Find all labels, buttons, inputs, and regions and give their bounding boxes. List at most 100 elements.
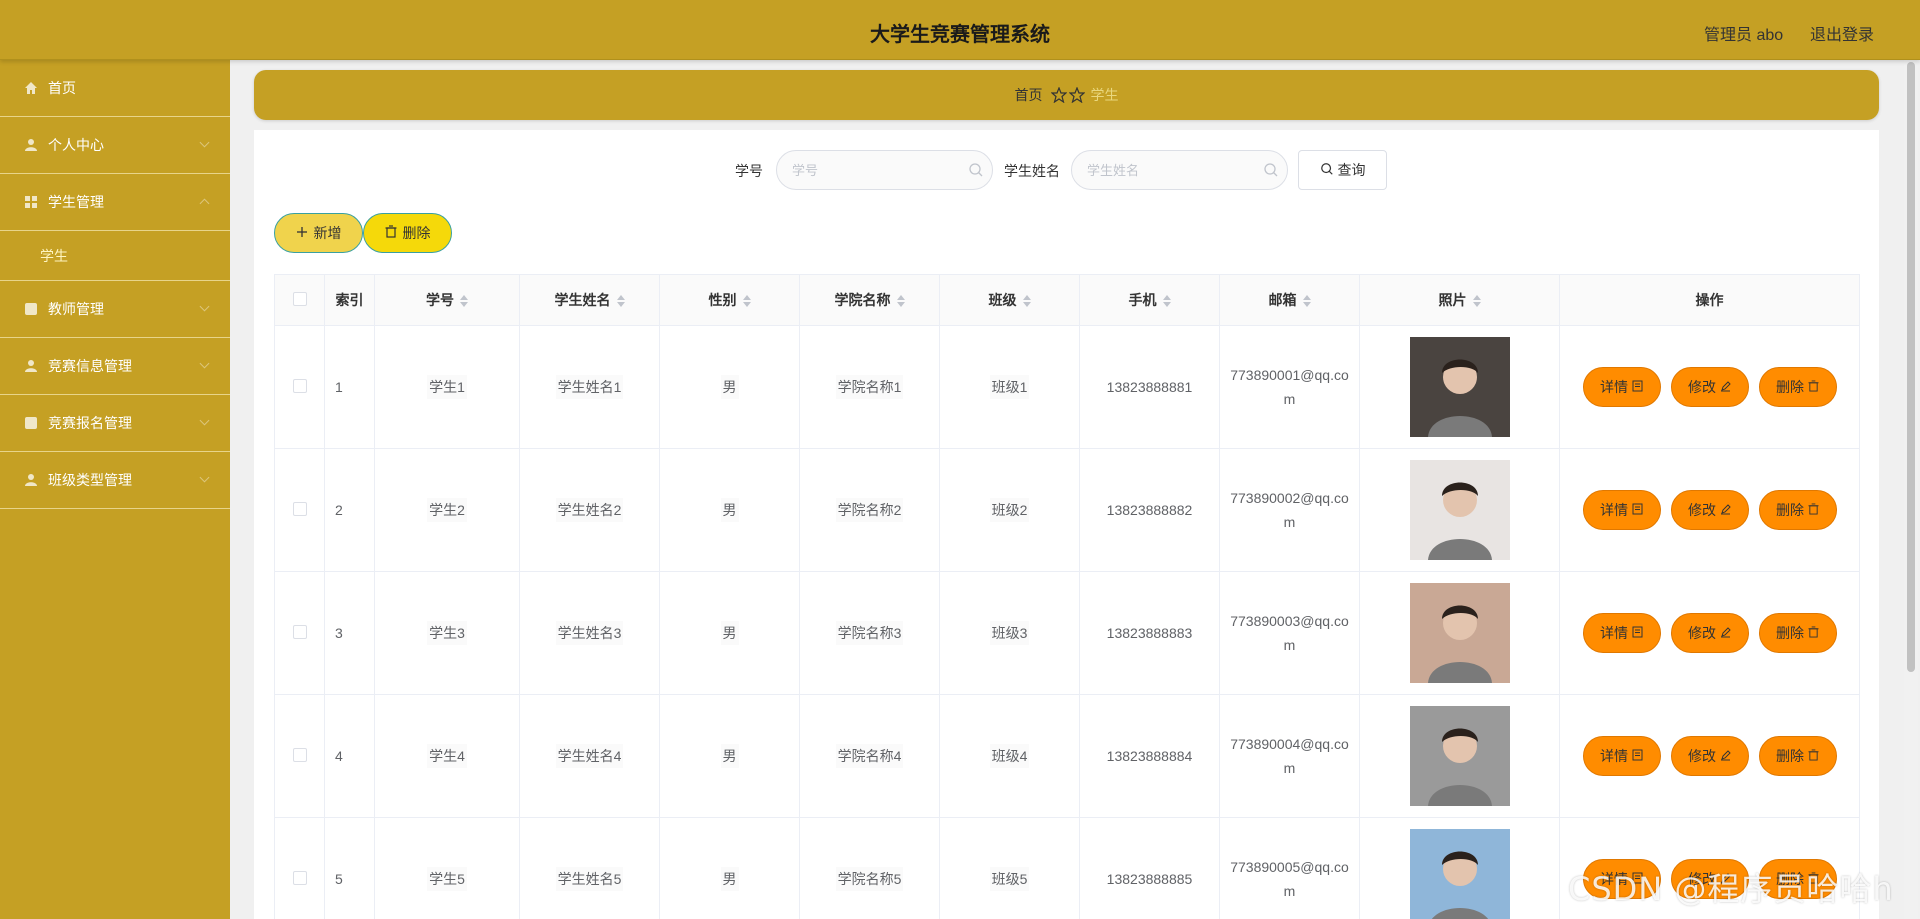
phone-cell: 13823888881: [1079, 325, 1220, 449]
vertical-scrollbar[interactable]: [1904, 60, 1918, 919]
user-icon: [24, 138, 38, 152]
breadcrumb: 首页 学生: [254, 70, 1879, 120]
sidebar-item-teacher-mgmt[interactable]: 教师管理: [0, 281, 230, 338]
sort-icon[interactable]: [1472, 295, 1481, 308]
row-checkbox[interactable]: [292, 870, 307, 885]
phone-cell: 13823888883: [1079, 571, 1220, 695]
row-select-cell: [274, 325, 325, 449]
edit-button[interactable]: 修改: [1670, 490, 1749, 530]
sidebar-item-home[interactable]: 首页: [0, 60, 230, 117]
column-header-gender[interactable]: 性别: [659, 274, 800, 326]
column-header-photo[interactable]: 照片: [1359, 274, 1560, 326]
sidebar-item-student-mgmt[interactable]: 学生管理: [0, 174, 230, 231]
row-checkbox[interactable]: [292, 501, 307, 516]
student-name-label: 学生姓名: [1004, 163, 1060, 179]
email-cell: 773890002@qq.com: [1219, 448, 1360, 572]
table-row: 1 学生1 学生姓名1 男学院名称1 班级1 13823888881 773890001@q…: [274, 325, 1860, 449]
college-cell: 学院名称4: [799, 694, 940, 818]
student-name-cell: 学生姓名1: [519, 325, 660, 449]
delete-button[interactable]: 删除: [1758, 490, 1837, 530]
sort-icon[interactable]: [460, 295, 468, 308]
sidebar-item-profile[interactable]: 个人中心: [0, 117, 230, 174]
logout-link[interactable]: 退出登录: [1810, 21, 1874, 45]
sort-icon[interactable]: [896, 295, 905, 308]
breadcrumb-current: 学生: [1090, 87, 1119, 103]
sort-icon[interactable]: [1162, 295, 1171, 308]
trash-icon: [1808, 502, 1819, 518]
student-photo[interactable]: [1409, 583, 1510, 683]
sidebar-item-contest-info[interactable]: 竞赛信息管理: [0, 338, 230, 395]
column-header-student-id[interactable]: 学号: [374, 274, 520, 326]
row-select-cell: [274, 571, 325, 695]
student-photo[interactable]: [1409, 337, 1510, 437]
sort-icon[interactable]: [1022, 295, 1031, 308]
document-icon: [1632, 379, 1643, 395]
detail-button[interactable]: 详情: [1582, 736, 1661, 776]
student-photo[interactable]: [1409, 706, 1510, 806]
index-cell: 3: [324, 571, 375, 695]
sort-icon[interactable]: [616, 295, 625, 308]
trash-icon: [1808, 748, 1819, 764]
scrollbar-thumb[interactable]: [1907, 62, 1915, 672]
pencil-icon: [1720, 502, 1731, 518]
breadcrumb-home[interactable]: 首页: [1015, 85, 1043, 105]
sidebar-item-class-type[interactable]: 班级类型管理: [0, 452, 230, 509]
actions-cell: 详情 修改 删除: [1559, 325, 1860, 449]
detail-button[interactable]: 详情: [1582, 367, 1661, 407]
pencil-icon: [1720, 625, 1731, 641]
student-photo[interactable]: [1409, 460, 1510, 560]
row-checkbox[interactable]: [292, 378, 307, 393]
detail-button[interactable]: 详情: [1582, 490, 1661, 530]
class-cell: 班级4: [939, 694, 1080, 818]
gender-cell: 男: [659, 694, 800, 818]
edit-button[interactable]: 修改: [1670, 736, 1749, 776]
table-row: 4 学生4 学生姓名4 男学院名称4 班级4 13823888884 773890004@q…: [274, 694, 1860, 818]
trash-icon: [385, 225, 397, 241]
student-name-cell: 学生姓名3: [519, 571, 660, 695]
actions-cell: 详情 修改 删除: [1559, 448, 1860, 572]
class-cell: 班级2: [939, 448, 1080, 572]
search-icon: [1263, 162, 1279, 178]
phone-cell: 13823888885: [1079, 817, 1220, 919]
column-header-email[interactable]: 邮箱: [1219, 274, 1360, 326]
query-button[interactable]: 查询: [1298, 150, 1387, 190]
detail-button[interactable]: 详情: [1582, 613, 1661, 653]
student-id-input[interactable]: [776, 150, 993, 190]
content-panel: 学号 学生姓名 查询 新增: [254, 130, 1879, 919]
column-header-class[interactable]: 班级: [939, 274, 1080, 326]
sidebar-subitem-student[interactable]: 学生: [0, 231, 230, 281]
document-icon: [1632, 502, 1643, 518]
actions-cell: 详情 修改 删除: [1559, 571, 1860, 695]
edit-button[interactable]: 修改: [1670, 367, 1749, 407]
student-id-cell: 学生2: [374, 448, 520, 572]
sort-icon[interactable]: [1302, 295, 1311, 308]
column-header-college[interactable]: 学院名称: [799, 274, 940, 326]
table-row: 2 学生2 学生姓名2 男学院名称2 班级2 13823888882 773890002@q…: [274, 448, 1860, 572]
photo-cell: [1359, 694, 1560, 818]
row-checkbox[interactable]: [292, 624, 307, 639]
email-cell: 773890004@qq.com: [1219, 694, 1360, 818]
sort-icon[interactable]: [742, 295, 751, 308]
trash-icon: [1808, 379, 1819, 395]
batch-delete-button[interactable]: 删除: [363, 213, 452, 253]
row-checkbox[interactable]: [292, 747, 307, 762]
student-photo[interactable]: [1409, 829, 1510, 919]
sidebar-item-contest-registration[interactable]: 竞赛报名管理: [0, 395, 230, 452]
delete-button[interactable]: 删除: [1758, 613, 1837, 653]
edit-button[interactable]: 修改: [1670, 613, 1749, 653]
phone-cell: 13823888884: [1079, 694, 1220, 818]
delete-button[interactable]: 删除: [1758, 736, 1837, 776]
add-button[interactable]: 新增: [274, 213, 363, 253]
column-header-student-name[interactable]: 学生姓名: [519, 274, 660, 326]
delete-button[interactable]: 删除: [1758, 367, 1837, 407]
document-icon: [1632, 748, 1643, 764]
select-all-cell: [274, 274, 325, 326]
student-name-input[interactable]: [1071, 150, 1288, 190]
student-table: 索引 学号 学生姓名 性别 学院名称 班级 手机 邮箱 照片 操作 1 学生1 学生…: [274, 274, 1860, 919]
sidebar-item-label: 竞赛报名管理: [48, 415, 132, 431]
chevron-down-icon: [199, 472, 210, 483]
app-title: 大学生竞赛管理系统: [870, 24, 1050, 46]
select-all-checkbox[interactable]: [292, 291, 307, 306]
email-cell: 773890005@qq.com: [1219, 817, 1360, 919]
column-header-phone[interactable]: 手机: [1079, 274, 1220, 326]
